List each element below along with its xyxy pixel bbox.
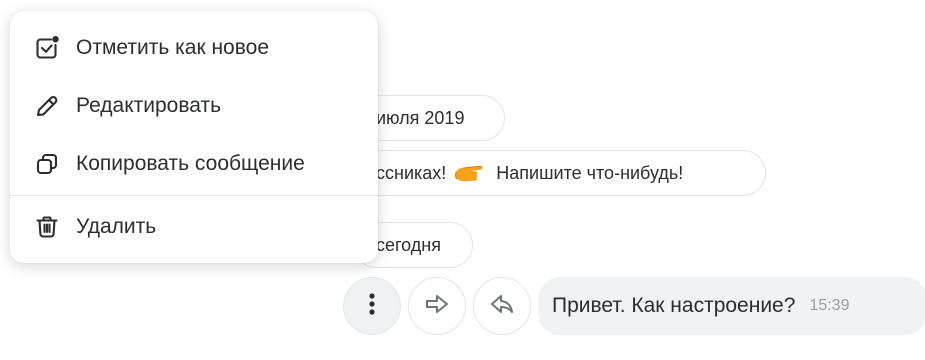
- reply-button[interactable]: [473, 277, 531, 335]
- menu-item-mark-unread[interactable]: Отметить как новое: [10, 20, 378, 76]
- copy-icon: [34, 151, 60, 177]
- chat-view: июля 2019 ссниках! Напишите что-нибудь! …: [0, 0, 925, 360]
- pencil-icon: [34, 93, 60, 119]
- message-time: 15:39: [809, 297, 850, 314]
- menu-divider: [10, 195, 378, 196]
- message-bubble[interactable]: Привет. Как настроение? 15:39: [538, 277, 925, 335]
- menu-item-label: Копировать сообщение: [76, 152, 305, 175]
- menu-item-label: Удалить: [76, 215, 157, 238]
- menu-item-label: Отметить как новое: [76, 36, 270, 59]
- mark-unread-icon: [34, 35, 60, 61]
- pointing-hand-icon: [454, 161, 488, 185]
- system-message: ссниках! Напишите что-нибудь!: [353, 150, 766, 196]
- menu-item-delete[interactable]: Удалить: [10, 199, 378, 255]
- message-context-menu: Отметить как новое Редактировать Копиров…: [10, 11, 378, 263]
- menu-item-edit[interactable]: Редактировать: [10, 78, 378, 134]
- today-separator-label: сегодня: [376, 234, 441, 255]
- more-button[interactable]: [343, 277, 401, 335]
- forward-button[interactable]: [408, 277, 466, 335]
- reply-icon: [490, 294, 514, 319]
- more-icon: [369, 292, 375, 320]
- forward-icon: [425, 294, 449, 319]
- trash-icon: [34, 214, 60, 240]
- system-message-text-start: ссниках!: [376, 162, 447, 183]
- system-message-text-end: Напишите что-нибудь!: [496, 162, 684, 183]
- menu-item-label: Редактировать: [76, 94, 222, 117]
- message-text: Привет. Как настроение?: [552, 294, 796, 317]
- menu-item-copy[interactable]: Копировать сообщение: [10, 136, 378, 192]
- message-row: Привет. Как настроение? 15:39: [343, 277, 925, 335]
- date-separator-label: июля 2019: [376, 107, 465, 128]
